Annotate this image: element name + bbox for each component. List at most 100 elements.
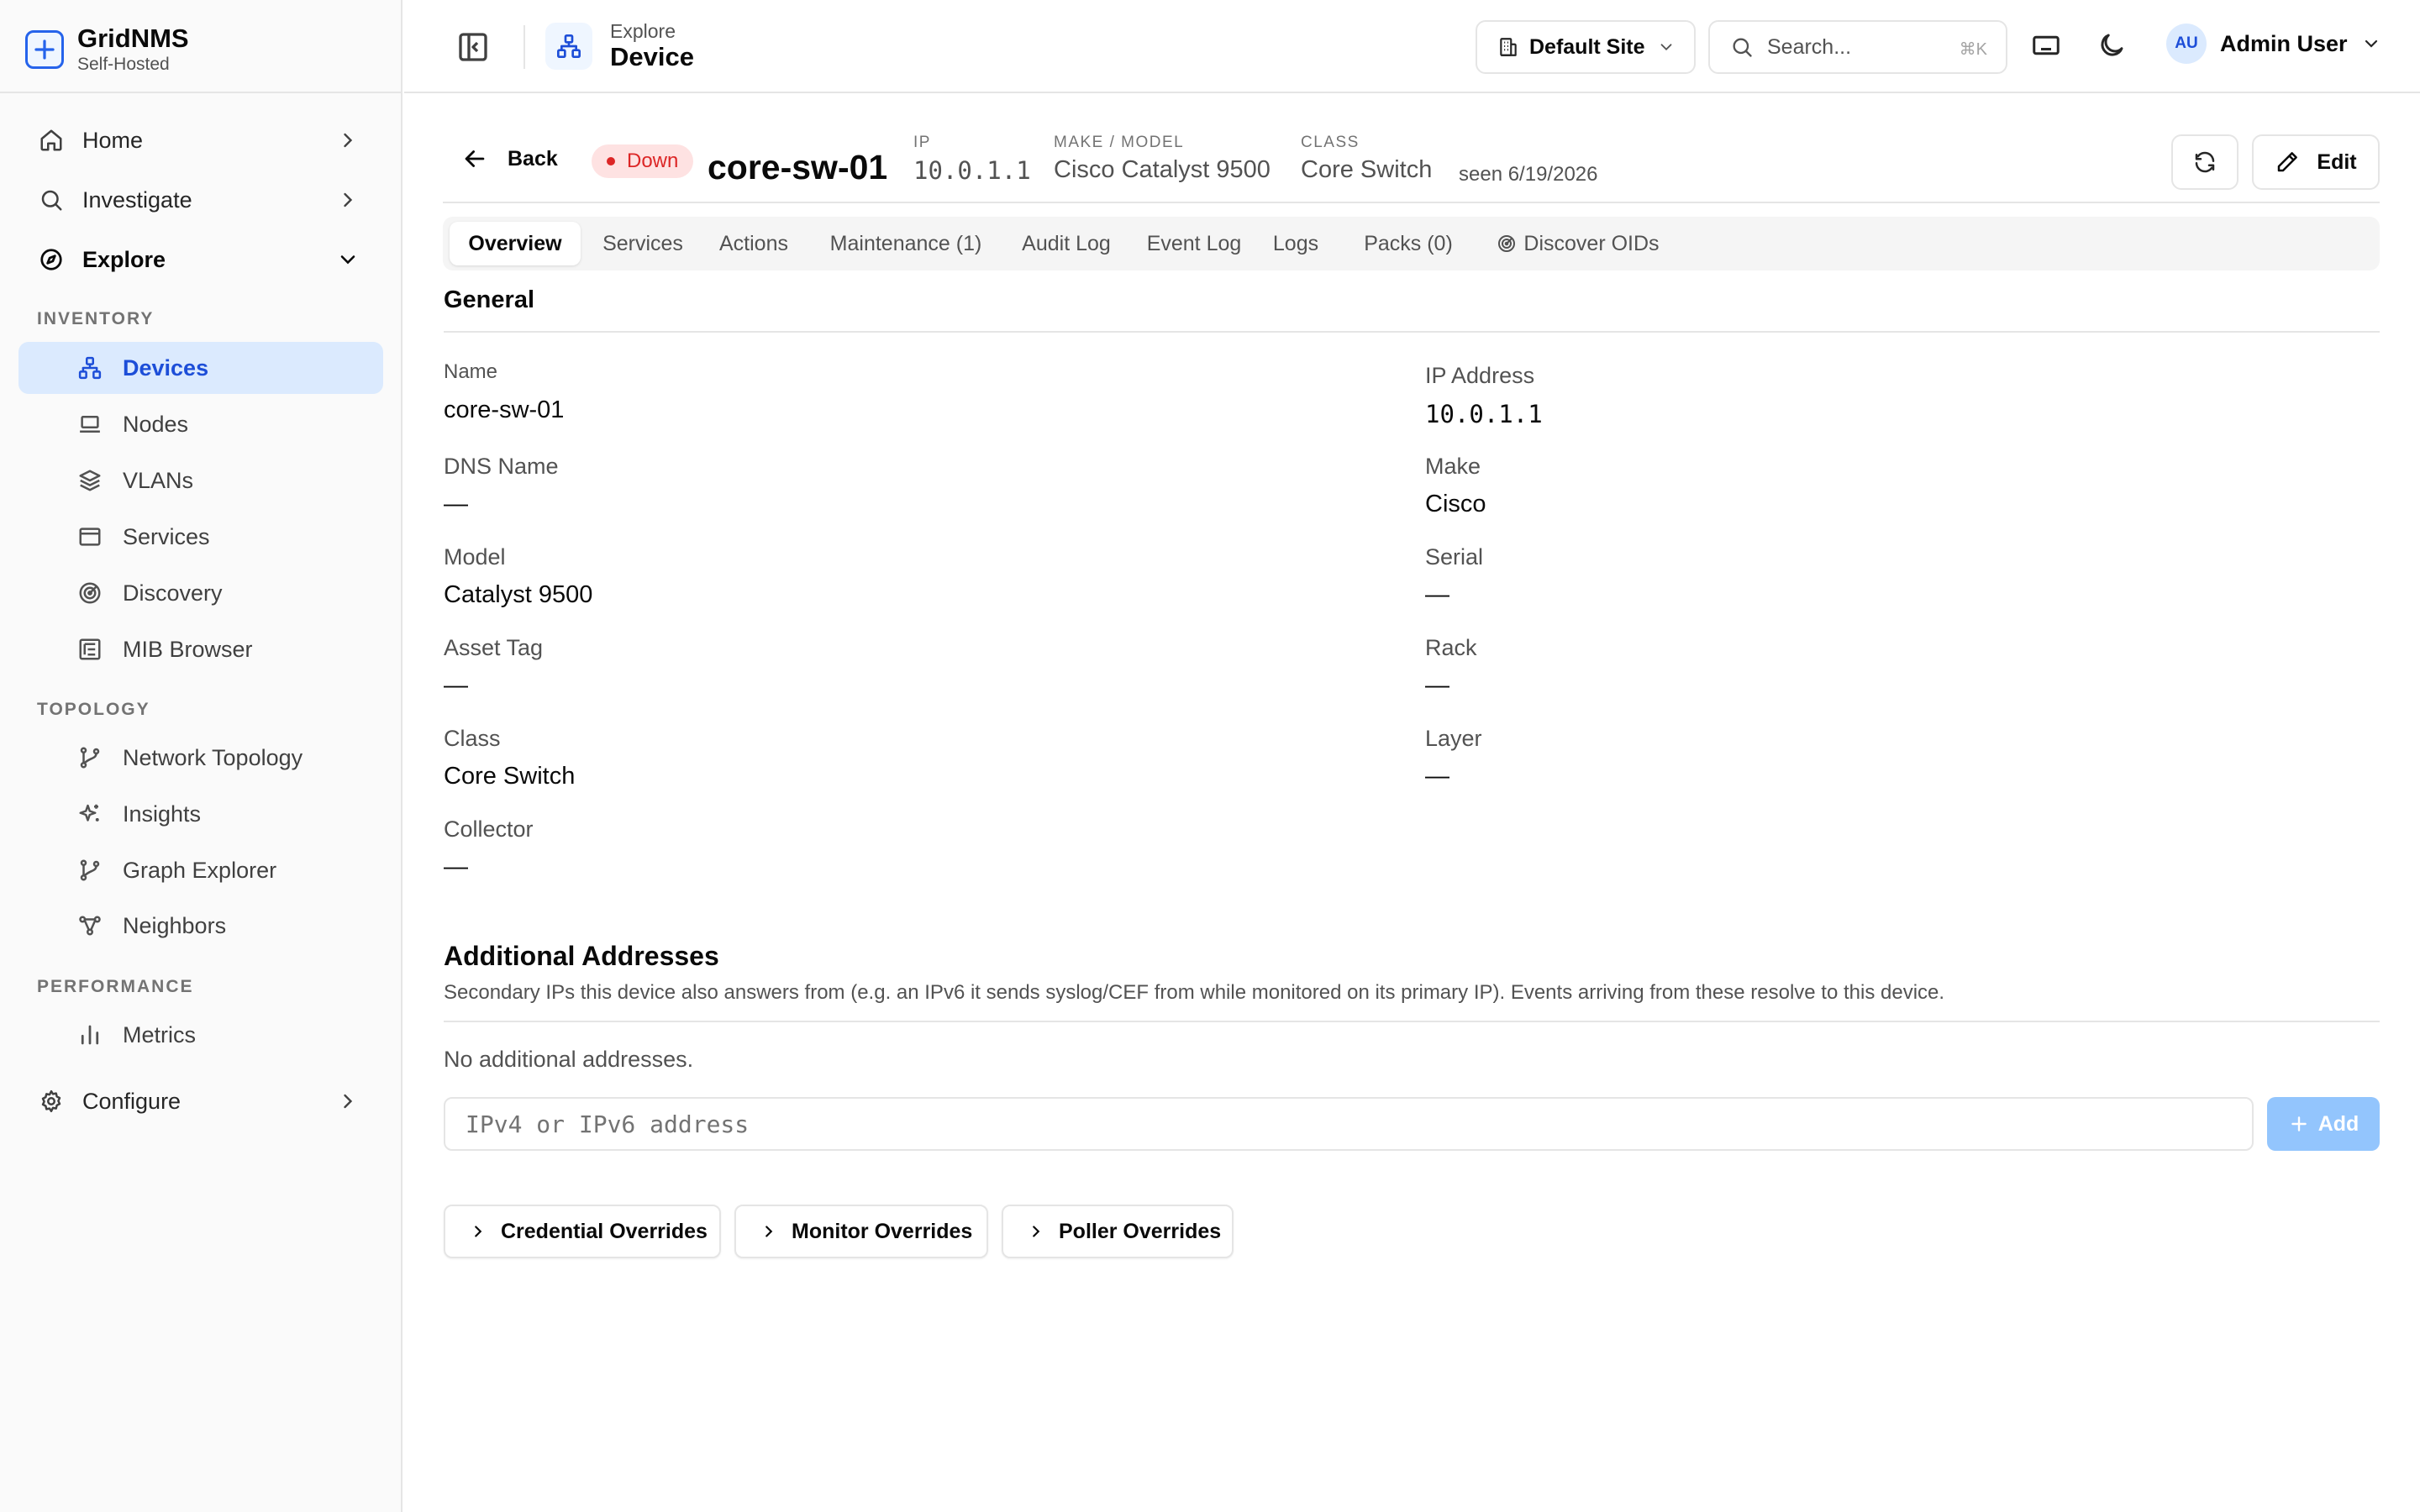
moon-icon[interactable] [2096,30,2127,60]
field-value-name: core-sw-01 [444,396,565,423]
search-shortcut: ⌘K [1959,40,1987,59]
sidebar-item-label: Services [123,523,210,549]
search-icon [37,186,66,214]
user-menu[interactable]: AU Admin User [2166,24,2381,64]
window-icon [76,522,104,551]
section-label-topology: TOPOLOGY [37,700,150,719]
field-value-class: Core Switch [444,763,576,790]
class-meta-label: CLASS [1301,134,1360,151]
sidebar-item-label: Graph Explorer [123,857,277,883]
tab-maintenance[interactable]: Maintenance (1) [813,222,999,265]
chevron-right-icon [336,188,360,212]
monitor-overrides-button[interactable]: Monitor Overrides [734,1205,988,1258]
sidebar-item-explore[interactable]: Explore [18,234,383,286]
user-name: Admin User [2220,30,2348,56]
add-address-button[interactable]: Add [2267,1097,2380,1151]
sidebar-item-devices[interactable]: Devices [18,342,383,394]
sidebar-divider [0,92,402,93]
sidebar-item-nodes[interactable]: Nodes [18,398,383,450]
additional-addresses-empty: No additional addresses. [444,1047,694,1072]
sidebar-item-vlans[interactable]: VLANs [18,454,383,507]
add-label: Add [2317,1111,2360,1136]
bar-chart-icon [76,1021,104,1049]
sidebar-item-discovery[interactable]: Discovery [18,567,383,619]
compass-icon [37,245,66,274]
brand[interactable]: GridNMS Self-Hosted [25,24,189,76]
chevron-down-icon [336,248,360,271]
tab-logs[interactable]: Logs [1265,222,1327,265]
field-label-name: Name [444,360,498,383]
header-divider [523,25,525,69]
field-label-asset-tag: Asset Tag [444,635,544,660]
chevron-right-icon [336,1089,360,1113]
sidebar-toggle-icon[interactable] [456,30,490,64]
field-value-ip-address: 10.0.1.1 [1425,400,1543,428]
field-label-rack: Rack [1425,635,1477,660]
last-seen: seen 6/19/2026 [1459,163,1598,186]
refresh-button[interactable] [2171,134,2238,190]
field-label-dns-name: DNS Name [444,454,559,479]
field-label-make: Make [1425,454,1481,479]
sidebar-item-investigate[interactable]: Investigate [18,174,383,226]
sparkles-icon [76,800,104,828]
sidebar-item-home[interactable]: Home [18,114,383,166]
sidebar-item-graph-explorer[interactable]: Graph Explorer [18,844,383,896]
back-label: Back [508,146,558,171]
sidebar-item-label: Discovery [123,580,223,606]
tab-services[interactable]: Services [591,222,695,265]
avatar: AU [2166,24,2207,64]
sidebar-item-insights[interactable]: Insights [18,788,383,840]
tab-audit-log[interactable]: Audit Log [1009,222,1123,265]
device-name: core-sw-01 [708,148,888,186]
chevron-right-icon [1027,1222,1045,1241]
tree-icon [76,635,104,664]
sidebar-item-configure[interactable]: Configure [18,1075,383,1127]
tab-actions[interactable]: Actions [705,222,802,265]
section-label-inventory: INVENTORY [37,309,155,328]
tab-overview[interactable]: Overview [450,222,581,265]
overrides-label: Credential Overrides [501,1219,708,1243]
header-row-divider [443,202,2380,203]
field-value-model: Catalyst 9500 [444,581,593,608]
field-value-layer: — [1425,763,1449,790]
keyboard-icon[interactable] [2031,30,2061,60]
field-value-rack: — [1425,672,1449,699]
tab-packs[interactable]: Packs (0) [1337,222,1480,265]
building-icon [1497,36,1519,58]
sidebar-item-label: Insights [123,801,202,827]
plus-icon [2288,1113,2310,1135]
chevron-right-icon [336,129,360,152]
make-model-meta-value: Cisco Catalyst 9500 [1054,156,1270,183]
sidebar-item-services[interactable]: Services [18,511,383,563]
general-section-title: General [444,286,534,313]
tab-discover-oids[interactable]: Discover OIDs [1490,222,1666,265]
back-button[interactable]: Back [460,144,558,173]
field-label-collector: Collector [444,816,534,842]
sidebar-item-label: Network Topology [123,744,303,770]
radar-icon [1497,234,1517,254]
chevron-down-icon [2361,34,2381,54]
site-selector[interactable]: Default Site [1476,20,1696,74]
sidebar-item-network-topology[interactable]: Network Topology [18,732,383,784]
address-input[interactable] [444,1097,2254,1151]
search-input[interactable]: Search... ⌘K [1708,20,2007,74]
credential-overrides-button[interactable]: Credential Overrides [444,1205,721,1258]
tab-event-log[interactable]: Event Log [1134,222,1255,265]
ip-meta-label: IP [913,134,931,151]
edit-button[interactable]: Edit [2252,134,2380,190]
sidebar: GridNMS Self-Hosted Home Investigate Exp… [0,0,402,1512]
share-nodes-icon [76,911,104,940]
sidebar-item-metrics[interactable]: Metrics [18,1009,383,1061]
breadcrumb-parent[interactable]: Explore [610,20,676,43]
status-label: Down [627,150,679,172]
field-value-make: Cisco [1425,491,1486,517]
search-placeholder: Search... [1767,34,1852,59]
sidebar-item-neighbors[interactable]: Neighbors [18,900,383,952]
overrides-label: Monitor Overrides [792,1219,973,1243]
site-selector-label: Default Site [1529,34,1645,59]
sidebar-item-mib-browser[interactable]: MIB Browser [18,623,383,675]
home-icon [37,126,66,155]
poller-overrides-button[interactable]: Poller Overrides [1002,1205,1234,1258]
network-icon [545,23,592,70]
radar-icon [76,579,104,607]
